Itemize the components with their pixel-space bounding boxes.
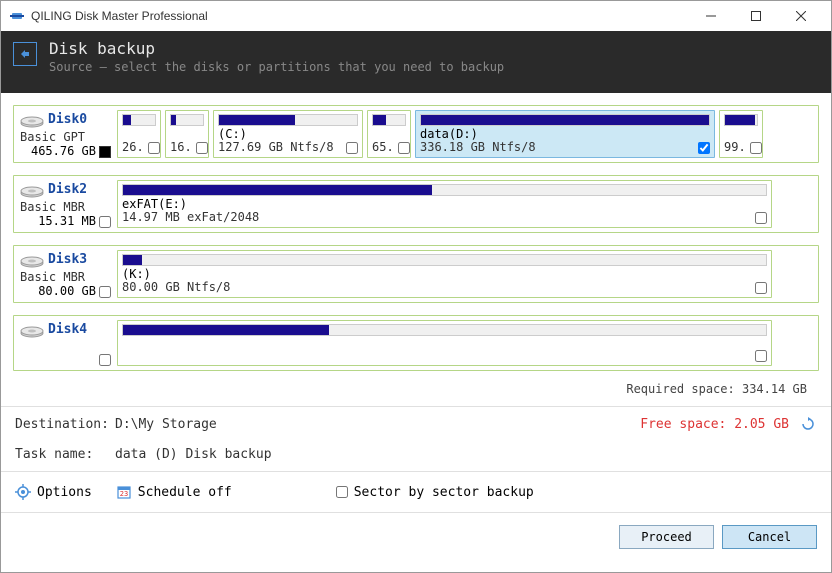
destination-value[interactable]: D:\My Storage bbox=[115, 417, 217, 432]
partition-label: exFAT(E:) bbox=[122, 197, 187, 211]
sector-by-sector-checkbox[interactable] bbox=[336, 486, 348, 498]
required-space-label: Required space: bbox=[626, 382, 734, 396]
partition[interactable]: 65. bbox=[367, 110, 411, 158]
free-space-label: Free space: bbox=[640, 417, 726, 432]
disk-size: 465.76 GB bbox=[31, 144, 96, 158]
partition-checkbox[interactable] bbox=[346, 142, 358, 154]
disk-size: 80.00 GB bbox=[38, 284, 96, 298]
partition-checkbox[interactable] bbox=[196, 142, 208, 154]
partition-checkbox[interactable] bbox=[755, 212, 767, 224]
proceed-button[interactable]: Proceed bbox=[619, 525, 714, 549]
page-title: Disk backup bbox=[49, 39, 504, 58]
partition-sub: 336.18 GB Ntfs/8 bbox=[420, 140, 536, 154]
partition-checkbox[interactable] bbox=[148, 142, 160, 154]
partition-sub: 14.97 MB exFat/2048 bbox=[122, 210, 259, 224]
disk-size: 15.31 MB bbox=[38, 214, 96, 228]
backup-icon bbox=[13, 42, 37, 66]
disk-checkbox[interactable] bbox=[99, 146, 111, 158]
disk-row: Disk4 bbox=[13, 315, 819, 371]
partition[interactable]: data(D:)336.18 GB Ntfs/8 bbox=[415, 110, 715, 158]
partition-checkbox[interactable] bbox=[755, 282, 767, 294]
disk-name: Disk2 bbox=[48, 182, 87, 197]
partition-sub: 80.00 GB Ntfs/8 bbox=[122, 280, 230, 294]
destination-label: Destination: bbox=[15, 417, 115, 432]
disk-list[interactable]: Disk0 Basic GPT465.76 GB 26. 16. (C:)127.69 … bbox=[1, 93, 831, 378]
refresh-icon[interactable] bbox=[799, 415, 817, 433]
partition-label: (C:) bbox=[218, 127, 247, 141]
partition[interactable]: (K:)80.00 GB Ntfs/8 bbox=[117, 250, 772, 298]
partition[interactable]: 26. bbox=[117, 110, 161, 158]
disk-type: Basic MBR bbox=[20, 200, 111, 214]
window-title: QILING Disk Master Professional bbox=[31, 9, 688, 23]
disk-checkbox[interactable] bbox=[99, 286, 111, 298]
partition-checkbox[interactable] bbox=[755, 350, 767, 362]
schedule-label: Schedule off bbox=[138, 485, 232, 500]
disk-row: Disk0 Basic GPT465.76 GB 26. 16. (C:)127.69 … bbox=[13, 105, 819, 163]
disk-type: Basic MBR bbox=[20, 270, 111, 284]
partition[interactable]: 16. bbox=[165, 110, 209, 158]
sector-by-sector-label: Sector by sector backup bbox=[354, 485, 534, 500]
partition-sub: 127.69 GB Ntfs/8 bbox=[218, 140, 334, 154]
app-icon bbox=[9, 8, 25, 24]
disk-name: Disk4 bbox=[48, 322, 87, 337]
partition-checkbox[interactable] bbox=[750, 142, 762, 154]
partition-sub: 99. bbox=[724, 140, 746, 154]
disk-checkbox[interactable] bbox=[99, 354, 111, 366]
minimize-button[interactable] bbox=[688, 1, 733, 31]
partition[interactable]: 99. bbox=[719, 110, 763, 158]
partition-checkbox[interactable] bbox=[398, 142, 410, 154]
disk-row: Disk3 Basic MBR80.00 GB (K:)80.00 GB Ntfs/… bbox=[13, 245, 819, 303]
free-space-value: 2.05 GB bbox=[734, 417, 789, 432]
partition-checkbox[interactable] bbox=[698, 142, 710, 154]
partition[interactable]: exFAT(E:)14.97 MB exFat/2048 bbox=[117, 180, 772, 228]
svg-text:23: 23 bbox=[120, 490, 128, 498]
maximize-button[interactable] bbox=[733, 1, 778, 31]
options-button[interactable]: Options bbox=[15, 484, 92, 500]
disk-name: Disk0 bbox=[48, 112, 87, 127]
task-name-label: Task name: bbox=[15, 447, 115, 462]
disk-row: Disk2 Basic MBR15.31 MB exFAT(E:)14.97 MB … bbox=[13, 175, 819, 233]
partition-sub: 26. bbox=[122, 140, 144, 154]
disk-checkbox[interactable] bbox=[99, 216, 111, 228]
partition-sub: 16. bbox=[170, 140, 192, 154]
options-label: Options bbox=[37, 485, 92, 500]
schedule-button[interactable]: 23 Schedule off bbox=[116, 484, 232, 500]
disk-type: Basic GPT bbox=[20, 130, 111, 144]
partition[interactable] bbox=[117, 320, 772, 366]
page-subtitle: Source — select the disks or partitions … bbox=[49, 60, 504, 74]
close-button[interactable] bbox=[778, 1, 823, 31]
task-name-value[interactable]: data (D) Disk backup bbox=[115, 447, 272, 462]
required-space-value: 334.14 GB bbox=[742, 382, 807, 396]
partition[interactable]: (C:)127.69 GB Ntfs/8 bbox=[213, 110, 363, 158]
partition-label: (K:) bbox=[122, 267, 151, 281]
partition-label: data(D:) bbox=[420, 127, 478, 141]
disk-name: Disk3 bbox=[48, 252, 87, 267]
cancel-button[interactable]: Cancel bbox=[722, 525, 817, 549]
partition-sub: 65. bbox=[372, 140, 394, 154]
